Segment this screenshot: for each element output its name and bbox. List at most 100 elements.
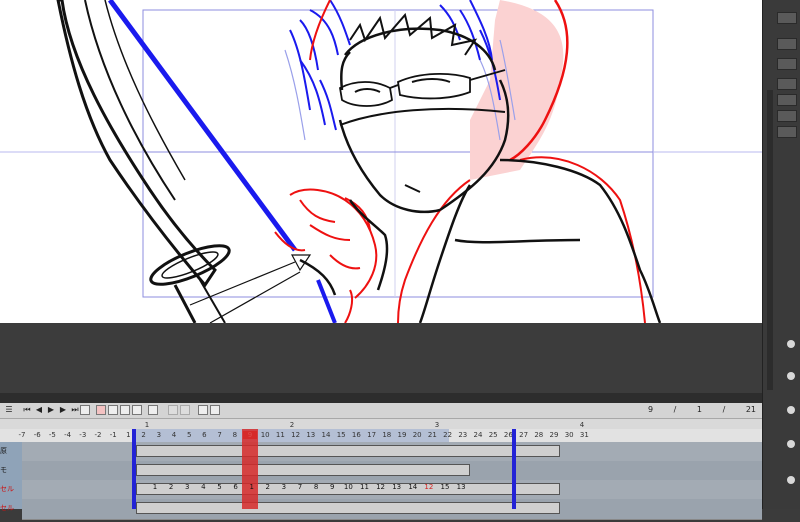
frame-number: 13 <box>306 431 316 439</box>
current-frame-text: 9 <box>648 405 654 414</box>
new-folder-icon[interactable] <box>108 405 118 415</box>
cel-number: 9 <box>329 483 335 491</box>
frame-number: 24 <box>473 431 483 439</box>
timeline-frame-ruler[interactable]: -7-6-5-4-3-2-112345678910111213141516171… <box>0 429 762 443</box>
range-end-marker[interactable] <box>512 429 516 509</box>
cel-number: 10 <box>343 483 353 491</box>
frame-number: 15 <box>336 431 346 439</box>
sword-blade <box>56 0 217 288</box>
loop-icon[interactable] <box>80 405 90 415</box>
ruler-section-mark: 4 <box>579 421 585 429</box>
cel-range-bar[interactable] <box>136 502 560 514</box>
frame-number: 14 <box>321 431 331 439</box>
ruler-section-mark: 1 <box>144 421 150 429</box>
canvas-workspace-margin <box>0 323 762 393</box>
frame-number: 2 <box>141 431 146 439</box>
track-label[interactable]: セル <box>0 503 22 522</box>
cel-number: 1 <box>249 483 254 491</box>
cel-number: 8 <box>313 483 319 491</box>
cel-number: 2 <box>265 483 271 491</box>
track-label[interactable]: モ <box>0 465 22 484</box>
panel-button[interactable] <box>777 38 797 50</box>
cel-number: 7 <box>297 483 303 491</box>
total-frames-text: 21 <box>745 405 756 414</box>
frame-number: 29 <box>549 431 559 439</box>
panel-knob[interactable] <box>787 476 795 484</box>
camera-frame-guide <box>142 9 654 298</box>
panel-knob[interactable] <box>787 340 795 348</box>
hood-fill <box>470 0 564 180</box>
cel-number: 11 <box>359 483 369 491</box>
panel-button[interactable] <box>777 78 797 90</box>
frame-number: 25 <box>488 431 498 439</box>
panel-knob[interactable] <box>787 406 795 414</box>
frame-number: 23 <box>458 431 468 439</box>
play-icon[interactable]: ▶ <box>46 405 56 415</box>
frame-number: 22 <box>443 431 453 439</box>
ruler-section-mark: 3 <box>434 421 440 429</box>
panel-scrollbar[interactable] <box>767 90 773 390</box>
cel-number: 3 <box>184 483 190 491</box>
keyframe-icon[interactable] <box>168 405 178 415</box>
pencil-icon[interactable] <box>198 405 208 415</box>
track-header-column: 原モセル セル <box>0 442 22 512</box>
timeline-title-bar <box>0 393 762 403</box>
frame-number: 6 <box>202 431 207 439</box>
frame-number: 10 <box>260 431 270 439</box>
panel-button[interactable] <box>777 110 797 122</box>
cel-number: 15 <box>440 483 450 491</box>
cel-number: 2 <box>168 483 174 491</box>
light-table-icon[interactable] <box>148 405 158 415</box>
frame-number: 16 <box>351 431 361 439</box>
drawing-canvas[interactable] <box>0 0 762 323</box>
panel-button[interactable] <box>777 58 797 70</box>
right-tool-panel <box>762 0 800 509</box>
frame-number: 3 <box>156 431 162 439</box>
panel-knob[interactable] <box>787 372 795 380</box>
cel-range-bar[interactable] <box>136 464 470 476</box>
frame-number: 7 <box>217 431 222 439</box>
frame-number: -5 <box>48 431 56 439</box>
track-label[interactable]: セル <box>0 484 22 503</box>
cel-number: 12 <box>424 483 434 491</box>
frame-number: 12 <box>291 431 301 439</box>
frame-number: 11 <box>275 431 285 439</box>
frame-counter: 9 / 1 / 21 <box>630 405 756 414</box>
onion-skin-icon[interactable] <box>132 405 142 415</box>
frame-number: 28 <box>534 431 544 439</box>
track-label[interactable]: 原 <box>0 446 22 465</box>
timeline-menu-icon[interactable]: ☰ <box>4 405 14 415</box>
first-frame-icon[interactable]: ⏮ <box>22 405 32 415</box>
current-frame-indicator[interactable] <box>242 429 258 509</box>
frame-number: -2 <box>94 431 102 439</box>
panel-knob[interactable] <box>787 440 795 448</box>
cel-number: 1 <box>152 483 158 491</box>
frame-number: -1 <box>109 431 117 439</box>
timeline-toolbar: ☰ ⏮ ◀ ▶ ▶ ⏭ 9 / 1 / 21 <box>0 403 762 419</box>
cel-number: 4 <box>201 483 206 491</box>
frame-number: 21 <box>427 431 437 439</box>
separator: / <box>673 405 677 414</box>
frame-number: -3 <box>79 431 87 439</box>
frame-number: 18 <box>382 431 392 439</box>
cel-number: 13 <box>456 483 466 491</box>
prev-frame-icon[interactable]: ◀ <box>34 405 44 415</box>
next-frame-icon[interactable]: ▶ <box>58 405 68 415</box>
new-cel-icon[interactable] <box>96 405 106 415</box>
cel-range-bar[interactable] <box>136 445 560 457</box>
panel-button[interactable] <box>777 12 797 24</box>
panel-button[interactable] <box>777 94 797 106</box>
cel-number: 12 <box>376 483 386 491</box>
blue-staff-line <box>107 0 298 252</box>
frame-number: 4 <box>171 431 177 439</box>
last-frame-icon[interactable]: ⏭ <box>70 405 80 415</box>
keyframe-mode-icon[interactable] <box>180 405 190 415</box>
specify-cel-icon[interactable] <box>120 405 130 415</box>
cel-number: 6 <box>233 483 238 491</box>
eraser-icon[interactable] <box>210 405 220 415</box>
panel-button[interactable] <box>777 126 797 138</box>
frame-number: 19 <box>397 431 407 439</box>
range-start-marker[interactable] <box>132 429 136 509</box>
sketch-artwork <box>0 0 762 323</box>
frame-number: 8 <box>232 431 238 439</box>
